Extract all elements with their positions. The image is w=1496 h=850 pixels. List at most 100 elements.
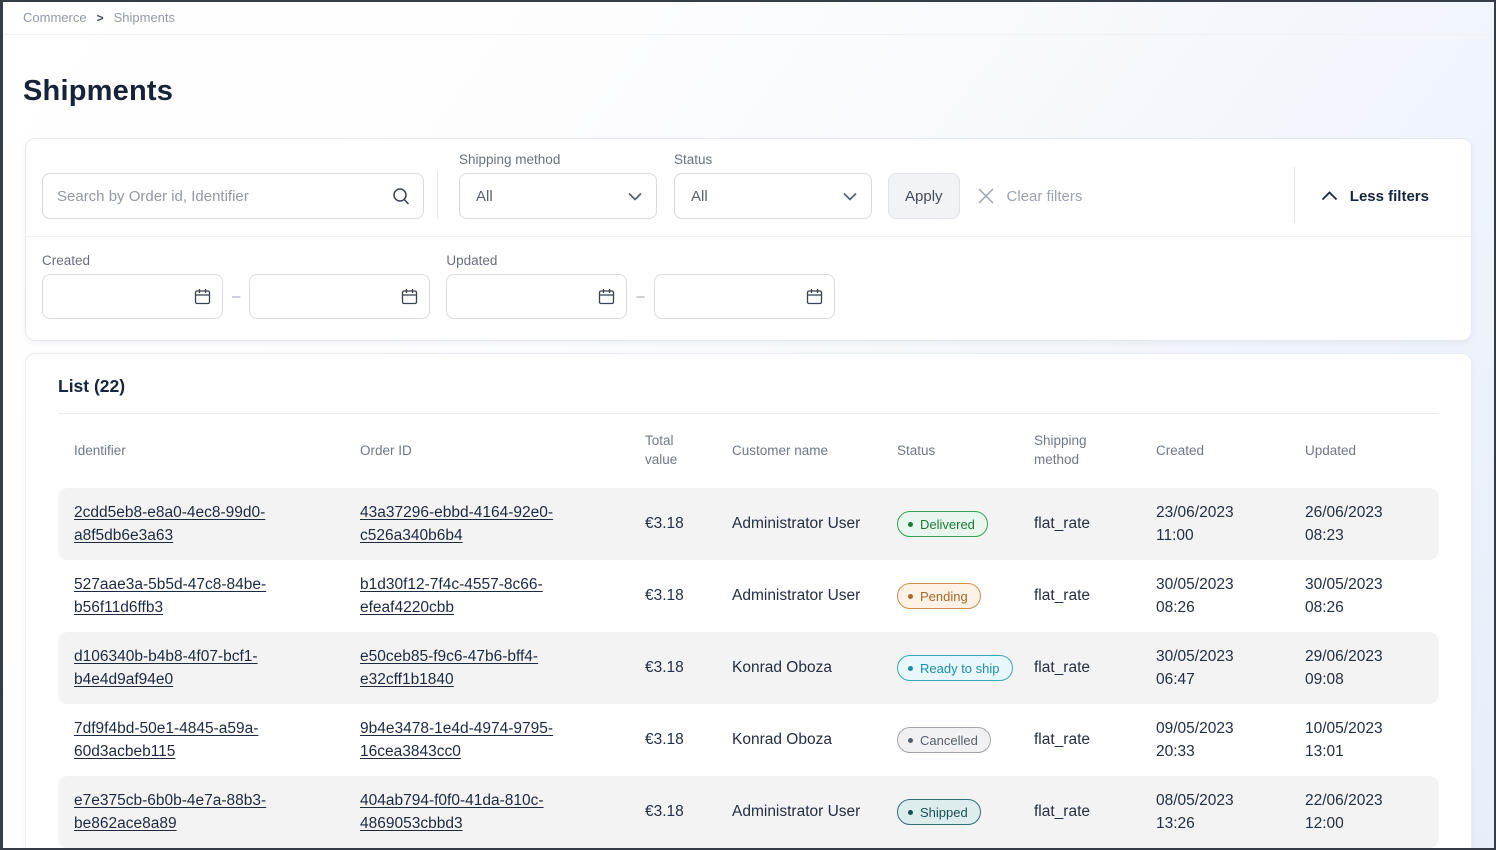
table-row: 527aae3a-5b5d-47c8-84be-b56f11d6ffb3 b1d… — [58, 560, 1439, 632]
status-badge: Ready to ship — [897, 655, 1013, 681]
close-icon — [977, 187, 995, 205]
date-range-dash: – — [636, 288, 644, 305]
created-label: Created — [42, 253, 430, 268]
created-cell: 09/05/2023 20:33 — [1156, 717, 1251, 764]
updated-cell: 26/06/2023 08:23 — [1305, 501, 1400, 548]
order-id-link[interactable]: 9b4e3478-1e4d-4974-9795-16cea3843cc0 — [360, 720, 553, 760]
date-range-dash: – — [232, 288, 240, 305]
table-row: e7e375cb-6b0b-4e7a-88b3-be862ace8a89 404… — [58, 776, 1439, 848]
updated-label: Updated — [446, 253, 834, 268]
breadcrumb-item-commerce[interactable]: Commerce — [23, 10, 87, 25]
status-badge: Cancelled — [897, 727, 991, 753]
clear-filters-label: Clear filters — [1007, 188, 1083, 205]
column-header-shipping-method: Shipping method — [1018, 432, 1140, 470]
status-dot-icon — [908, 738, 913, 743]
identifier-link[interactable]: 527aae3a-5b5d-47c8-84be-b56f11d6ffb3 — [74, 576, 266, 616]
customer-name-cell: Konrad Oboza — [716, 646, 881, 689]
column-header-updated: Updated — [1289, 442, 1439, 461]
calendar-icon[interactable] — [400, 287, 419, 306]
updated-cell: 10/05/2023 13:01 — [1305, 717, 1400, 764]
calendar-icon[interactable] — [193, 287, 212, 306]
order-id-link[interactable]: 43a37296-ebbd-4164-92e0-c526a340b6b4 — [360, 504, 553, 544]
search-input[interactable] — [42, 173, 424, 219]
status-badge-label: Pending — [920, 587, 968, 607]
page-title: Shipments — [23, 75, 1474, 108]
status-value: All — [691, 188, 708, 205]
less-filters-toggle[interactable]: Less filters — [1321, 173, 1429, 219]
divider — [1294, 167, 1295, 223]
total-value-cell: €3.18 — [629, 718, 716, 761]
order-id-link[interactable]: e50ceb85-f9c6-47b6-bff4-e32cff1b1840 — [360, 648, 538, 688]
status-badge: Delivered — [897, 511, 988, 537]
created-cell: 23/06/2023 11:00 — [1156, 501, 1251, 548]
identifier-link[interactable]: 7df9f4bd-50e1-4845-a59a-60d3acbeb115 — [74, 720, 258, 760]
status-badge-label: Shipped — [920, 803, 968, 823]
shipping-method-cell: flat_rate — [1018, 646, 1140, 689]
status-dot-icon — [908, 522, 913, 527]
identifier-link[interactable]: d106340b-b4b8-4f07-bcf1-b4e4d9af94e0 — [74, 648, 258, 688]
created-cell: 30/05/2023 08:26 — [1156, 573, 1251, 620]
column-header-customer-name: Customer name — [716, 442, 881, 461]
status-dot-icon — [908, 810, 913, 815]
status-label: Status — [674, 152, 872, 167]
table-row: d106340b-b4b8-4f07-bcf1-b4e4d9af94e0 e50… — [58, 632, 1439, 704]
identifier-link[interactable]: e7e375cb-6b0b-4e7a-88b3-be862ace8a89 — [74, 792, 266, 832]
status-badge: Shipped — [897, 799, 981, 825]
total-value-cell: €3.18 — [629, 574, 716, 617]
calendar-icon[interactable] — [597, 287, 616, 306]
shipping-method-cell: flat_rate — [1018, 790, 1140, 833]
shipping-method-field: Shipping method All — [459, 152, 657, 219]
created-to-field — [249, 274, 430, 319]
search-icon — [391, 186, 411, 206]
shipping-method-select[interactable]: All — [459, 173, 657, 219]
list-panel: List (22) Identifier Order ID Total valu… — [25, 353, 1472, 850]
filters-main-row: Shipping method All Status All — [26, 139, 1471, 236]
breadcrumb-separator: > — [97, 11, 104, 25]
clear-filters-button[interactable]: Clear filters — [977, 173, 1083, 219]
table-body: 2cdd5eb8-e8a0-4ec8-99d0-a8f5db6e3a63 43a… — [26, 488, 1471, 848]
total-value-cell: €3.18 — [629, 646, 716, 689]
chevron-down-icon — [843, 192, 857, 201]
filters-date-row: Created – — [26, 237, 1471, 340]
shipping-method-cell: flat_rate — [1018, 502, 1140, 545]
status-badge: Pending — [897, 583, 981, 609]
table-row: 2cdd5eb8-e8a0-4ec8-99d0-a8f5db6e3a63 43a… — [58, 488, 1439, 560]
created-cell: 30/05/2023 06:47 — [1156, 645, 1251, 692]
order-id-link[interactable]: b1d30f12-7f4c-4557-8c66-efeaf4220cbb — [360, 576, 543, 616]
table-header: Identifier Order ID Total value Customer… — [58, 414, 1439, 488]
filters-panel: Shipping method All Status All — [25, 138, 1472, 341]
updated-date-group: Updated – — [446, 253, 834, 319]
total-value-cell: €3.18 — [629, 502, 716, 545]
calendar-icon[interactable] — [805, 287, 824, 306]
divider — [437, 171, 438, 219]
column-header-identifier: Identifier — [58, 442, 344, 461]
shipping-method-cell: flat_rate — [1018, 574, 1140, 617]
customer-name-cell: Administrator User — [716, 790, 881, 833]
apply-button[interactable]: Apply — [888, 173, 960, 219]
breadcrumb-item-shipments[interactable]: Shipments — [114, 10, 175, 25]
shipments-admin-page: Commerce > Shipments Shipments Shipping … — [0, 0, 1496, 850]
updated-cell: 30/05/2023 08:26 — [1305, 573, 1400, 620]
created-from-field — [42, 274, 223, 319]
status-select[interactable]: All — [674, 173, 872, 219]
customer-name-cell: Administrator User — [716, 574, 881, 617]
chevron-down-icon — [628, 192, 642, 201]
total-value-cell: €3.18 — [629, 790, 716, 833]
shipping-method-label: Shipping method — [459, 152, 657, 167]
order-id-link[interactable]: 404ab794-f0f0-41da-810c-4869053cbbd3 — [360, 792, 544, 832]
shipping-method-cell: flat_rate — [1018, 718, 1140, 761]
status-field: Status All — [674, 152, 872, 219]
updated-cell: 29/06/2023 09:08 — [1305, 645, 1400, 692]
shipping-method-value: All — [476, 188, 493, 205]
identifier-link[interactable]: 2cdd5eb8-e8a0-4ec8-99d0-a8f5db6e3a63 — [74, 504, 265, 544]
column-header-created: Created — [1140, 442, 1289, 461]
status-badge-label: Delivered — [920, 515, 975, 535]
status-dot-icon — [908, 666, 913, 671]
status-badge-label: Ready to ship — [920, 659, 1000, 679]
customer-name-cell: Administrator User — [716, 502, 881, 545]
status-dot-icon — [908, 594, 913, 599]
created-date-group: Created – — [42, 253, 430, 319]
updated-from-field — [446, 274, 627, 319]
list-title: List (22) — [26, 354, 1471, 413]
updated-cell: 22/06/2023 12:00 — [1305, 789, 1400, 836]
